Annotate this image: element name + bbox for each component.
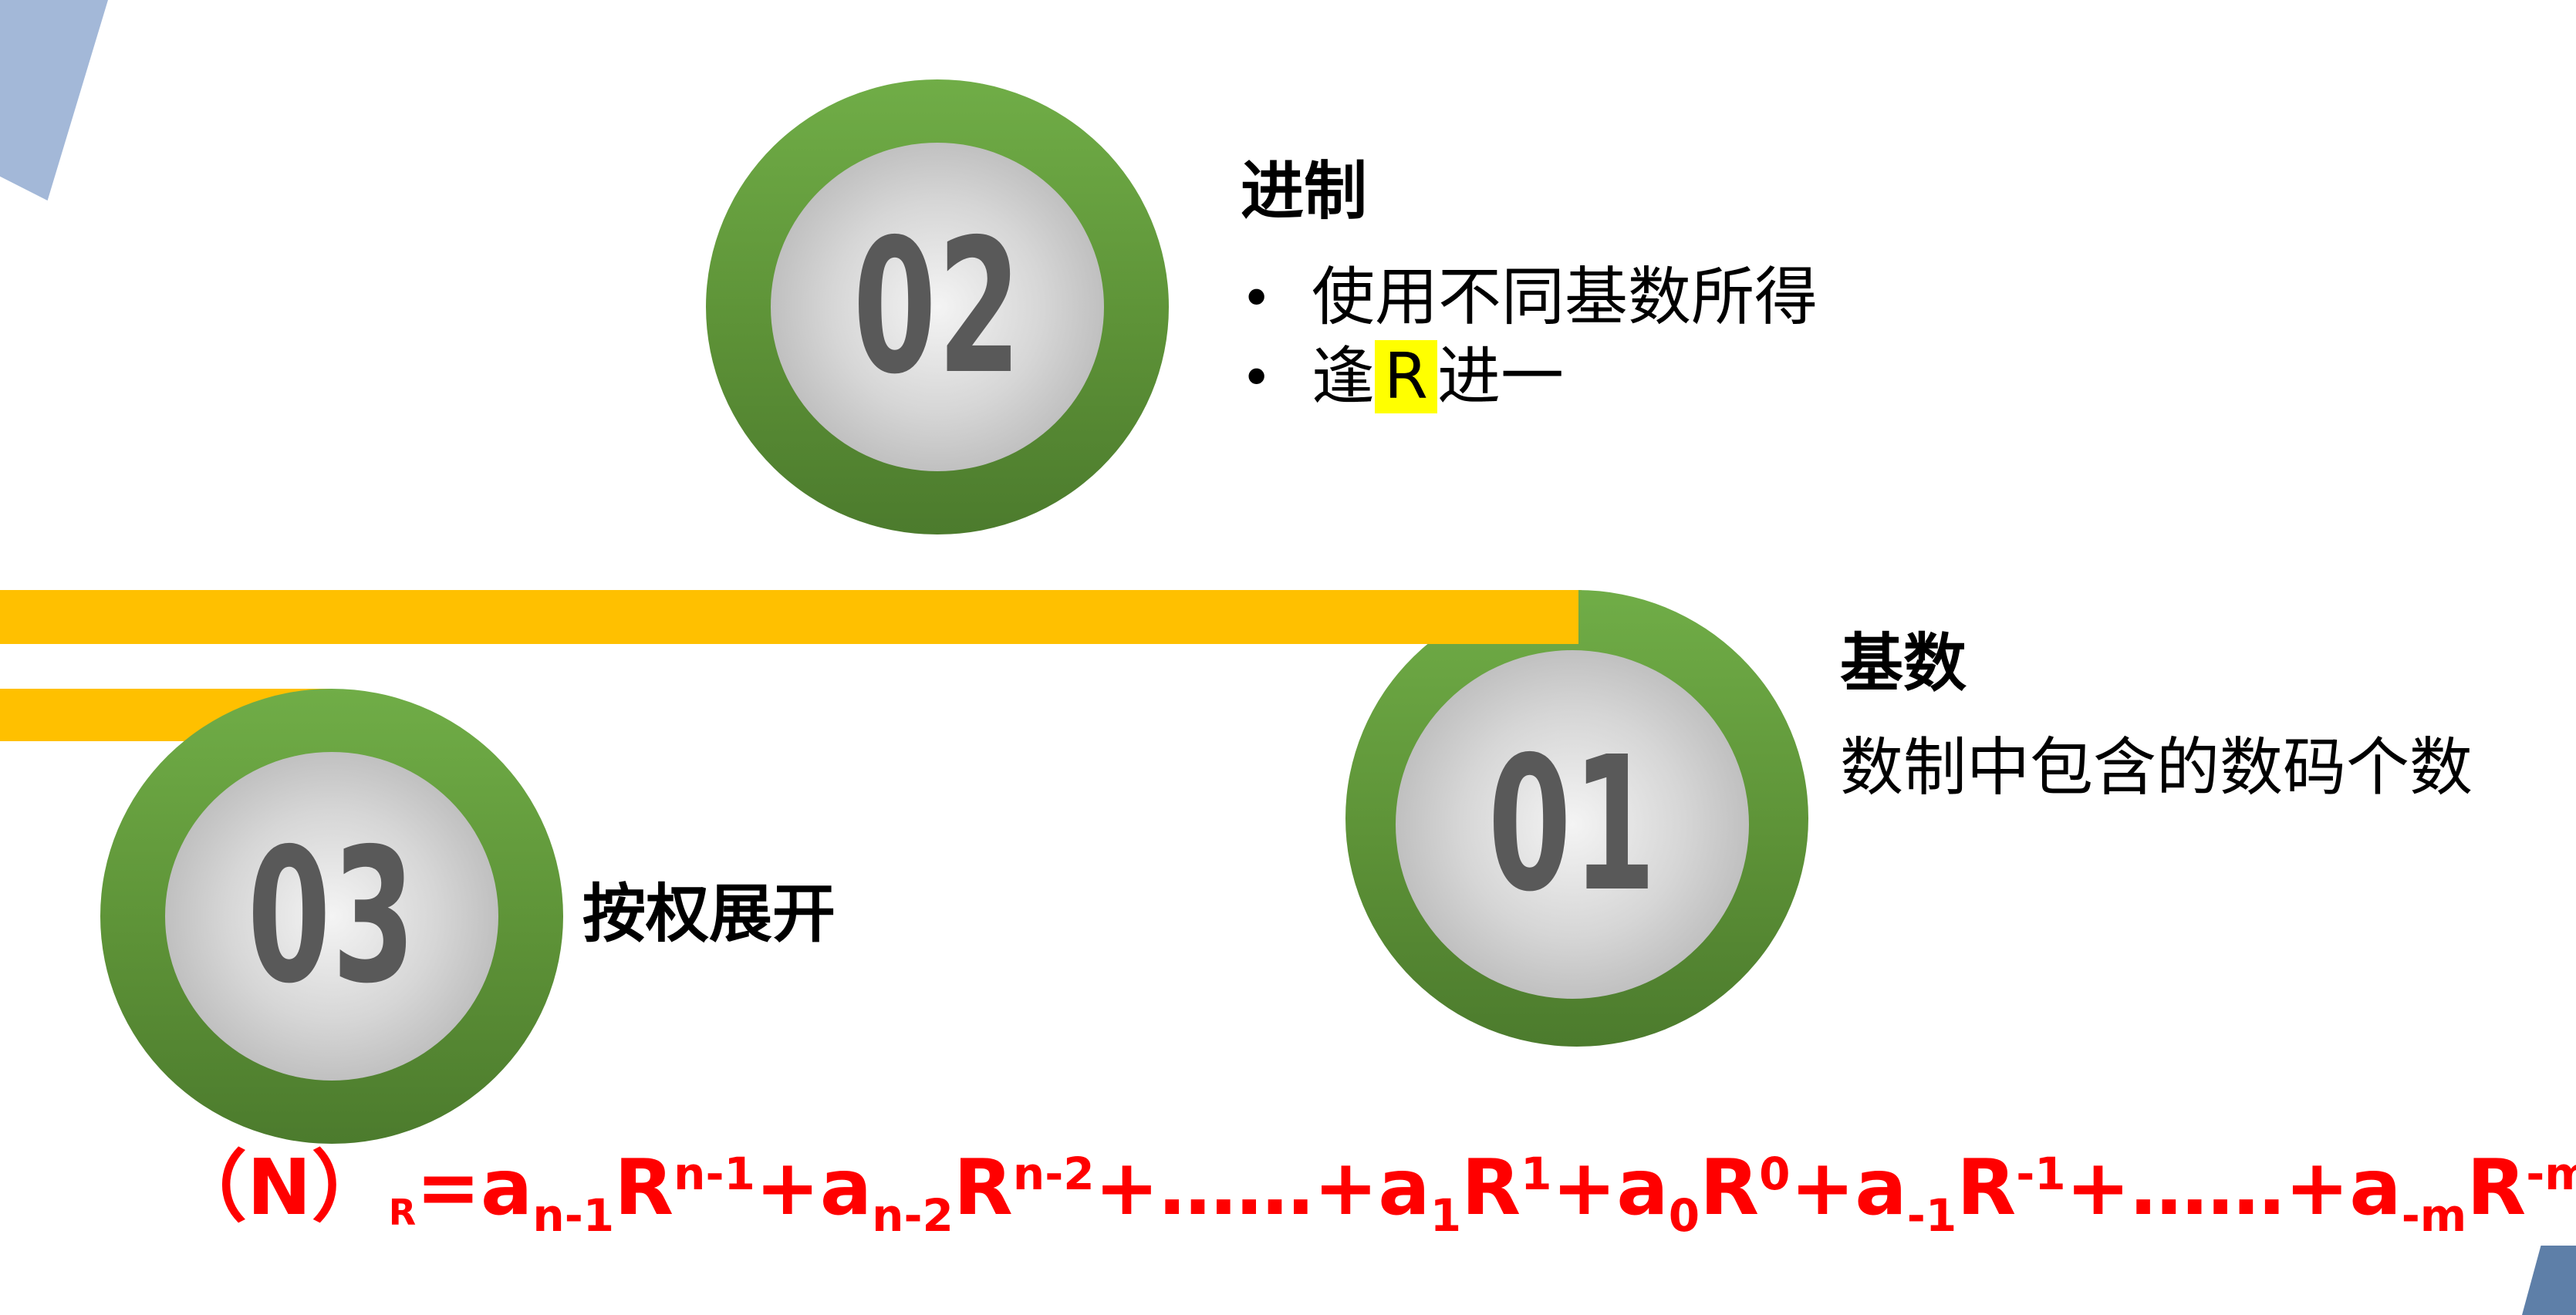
section-02-title: 进制 (1241, 155, 1368, 228)
formula-term: a (1616, 1142, 1669, 1232)
formula-sub: -1 (1906, 1189, 1957, 1242)
section-01-desc: 数制中包含的数码个数 (1840, 731, 2473, 804)
formula-sup: n-2 (1012, 1148, 1095, 1200)
formula-eq: = (416, 1142, 481, 1232)
formula-base: R (1461, 1142, 1521, 1232)
section-01-title: 基数 (1840, 627, 1967, 700)
section-02-bullet-1: 使用不同基数所得 (1312, 261, 1818, 334)
formula-op: + (755, 1142, 820, 1232)
formula-sup: 0 (1759, 1148, 1791, 1200)
formula-base: R (953, 1142, 1013, 1232)
bullet-2-suffix: 进一 (1437, 340, 1565, 413)
badge-03-number: 03 (247, 808, 417, 1024)
badge-02-inner: 02 (771, 143, 1104, 471)
formula-sub: 0 (1668, 1189, 1700, 1242)
corner-decoration-bottom-right (2522, 1246, 2576, 1315)
badge-01-inner: 01 (1396, 650, 1749, 999)
formula-sub: n-1 (532, 1189, 615, 1242)
formula-sub: 1 (1430, 1189, 1462, 1242)
highlight-r: R (1375, 340, 1437, 413)
section-02-bullet-2: 逢 R 进一 (1312, 340, 1564, 413)
formula-sup: -m (2526, 1148, 2576, 1200)
formula-lhs: （N） (170, 1142, 389, 1232)
section-03-title: 按权展开 (582, 878, 836, 951)
badge-02-number: 02 (852, 199, 1022, 415)
badge-01: 01 (1345, 590, 1808, 1047)
formula-op: +……+ (1094, 1142, 1379, 1232)
formula-base: R (614, 1142, 674, 1232)
formula-lhs-sub: R (388, 1192, 417, 1233)
badge-01-number: 01 (1487, 717, 1657, 932)
accent-bar-overlap (1345, 590, 1578, 644)
formula-term: a (2349, 1142, 2402, 1232)
formula-op: +……+ (2065, 1142, 2350, 1232)
bullet-dot: • (1241, 346, 1273, 410)
formula-base: R (2466, 1142, 2527, 1232)
formula-op: + (1551, 1142, 1617, 1232)
formula-sub: n-2 (872, 1189, 954, 1242)
bullet-dot: • (1241, 267, 1273, 330)
formula-sup: 1 (1521, 1148, 1552, 1200)
formula-op: + (1790, 1142, 1855, 1232)
corner-decoration-top-left (0, 0, 108, 201)
formula-sup: n-1 (674, 1148, 755, 1200)
formula-term: a (1855, 1142, 1907, 1232)
bullet-2-prefix: 逢 (1312, 340, 1376, 413)
formula-sub: -m (2401, 1189, 2467, 1242)
accent-bar-upper (0, 590, 1582, 644)
formula-sup: -1 (2016, 1148, 2066, 1200)
formula-base: R (1700, 1142, 1760, 1232)
expansion-formula: （N）R=an-1Rn-1+an-2Rn-2+……+a1R1+a0R0+a-1R… (170, 1148, 2576, 1239)
formula-base: R (1956, 1142, 2017, 1232)
badge-02: 02 (706, 79, 1169, 534)
badge-03-inner: 03 (165, 752, 498, 1081)
formula-term: a (1378, 1142, 1430, 1232)
badge-03: 03 (100, 689, 563, 1144)
formula-term: a (480, 1142, 533, 1232)
formula-term: a (819, 1142, 873, 1232)
